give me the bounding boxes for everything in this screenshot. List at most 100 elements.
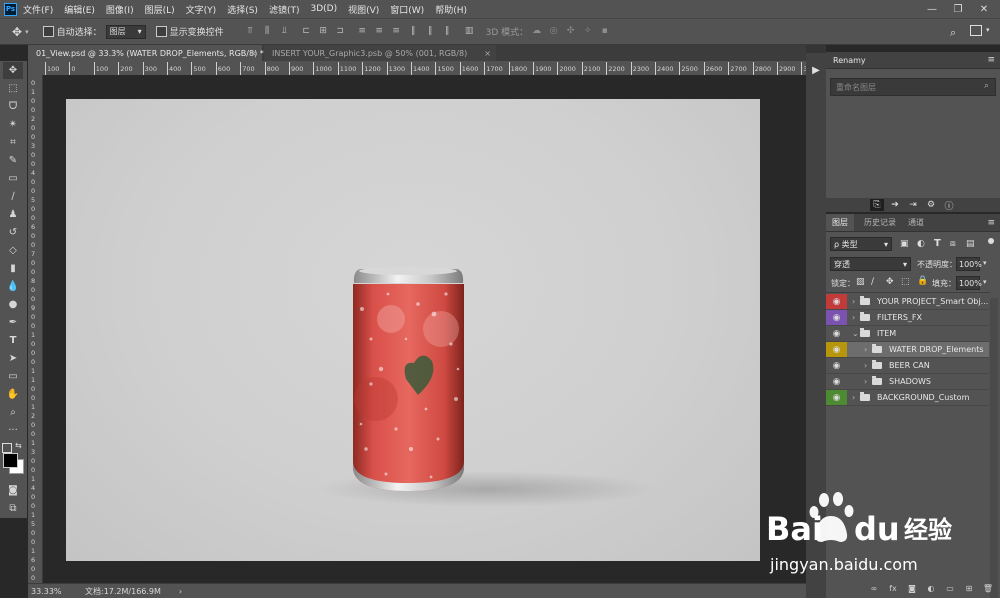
distribute-right-icon[interactable]: ‖ — [442, 26, 453, 37]
pen-tool-icon[interactable]: ✒ — [3, 314, 23, 331]
tool-preset-dropdown-icon[interactable]: ▾ — [25, 28, 29, 36]
close-icon[interactable]: × — [484, 49, 491, 58]
layer-row[interactable]: ◉ › WATER DROP_Elements — [826, 342, 989, 358]
zoom-level[interactable]: 33.33% — [31, 587, 71, 596]
lock-all-icon[interactable]: 🔒 — [917, 276, 928, 286]
distribute-left-icon[interactable]: ‖ — [408, 26, 419, 37]
maximize-button[interactable]: ❐ — [946, 0, 970, 18]
lock-image-icon[interactable]: ∕ — [871, 277, 874, 287]
align-right-icon[interactable]: ⊐ — [335, 26, 346, 37]
layer-row[interactable]: ◉ › BACKGROUND_Custom — [826, 390, 989, 406]
text-align-icon[interactable]: ⎘ — [870, 199, 884, 211]
menu-image[interactable]: 图像(I) — [106, 3, 134, 16]
tab-insert-graphic[interactable]: INSERT YOUR_Graphic3.psb @ 50% (001, RGB… — [264, 45, 496, 61]
menu-3d[interactable]: 3D(D) — [310, 4, 337, 14]
scale-3d-icon[interactable]: ▪ — [599, 26, 610, 37]
foreground-color-swatch[interactable] — [3, 453, 18, 468]
chevron-right-icon[interactable]: › — [864, 358, 867, 373]
filter-smart-object-icon[interactable]: ▤ — [966, 239, 975, 249]
chevron-right-icon[interactable]: › — [864, 374, 867, 389]
panel-menu-icon[interactable]: ≡ — [987, 55, 995, 65]
distribute-bottom-icon[interactable]: ≡ — [391, 26, 402, 37]
crop-tool-icon[interactable]: ⌗ — [3, 134, 23, 151]
blur-tool-icon[interactable]: 💧 — [3, 278, 23, 295]
menu-select[interactable]: 选择(S) — [227, 3, 258, 16]
group-icon[interactable]: ▭ — [943, 581, 957, 595]
filter-toggle-icon[interactable] — [988, 238, 994, 244]
tab-channels[interactable]: 通道 — [902, 214, 930, 231]
menu-type[interactable]: 文字(Y) — [186, 3, 217, 16]
close-window-button[interactable]: ✕ — [972, 0, 996, 18]
tab-history[interactable]: 历史记录 — [858, 214, 902, 231]
menu-edit[interactable]: 编辑(E) — [64, 3, 95, 16]
align-left-icon[interactable]: ⊏ — [301, 26, 312, 37]
swap-colors-icon[interactable]: ⇆ — [15, 441, 22, 450]
healing-brush-tool-icon[interactable]: ▭ — [3, 170, 23, 187]
blend-mode-select[interactable]: 穿透 ▾ — [830, 257, 911, 271]
export-icon[interactable]: ⇥ — [906, 199, 920, 211]
status-arrow-icon[interactable]: › — [179, 587, 182, 596]
layer-filter-select[interactable]: ρ 类型 ▾ — [830, 237, 892, 251]
visibility-eye-icon[interactable]: ◉ — [826, 310, 847, 325]
orbit-3d-icon[interactable]: ☁ — [531, 26, 542, 37]
visibility-eye-icon[interactable]: ◉ — [826, 358, 847, 373]
fill-input[interactable]: 100% — [956, 276, 982, 290]
brush-tool-icon[interactable]: ∕ — [3, 188, 23, 205]
distribute-hcenter-icon[interactable]: ‖ — [425, 26, 436, 37]
menu-window[interactable]: 窗口(W) — [390, 3, 424, 16]
distribute-vcenter-icon[interactable]: ≡ — [374, 26, 385, 37]
lock-transparent-icon[interactable]: ▨ — [856, 277, 865, 287]
roll-3d-icon[interactable]: ◎ — [548, 26, 559, 37]
chevron-down-icon[interactable]: ▾ — [983, 278, 987, 286]
settings-icon[interactable]: ⚙ — [924, 199, 938, 211]
filter-adjustment-icon[interactable]: ◐ — [917, 239, 925, 249]
play-icon[interactable]: ▶ — [809, 63, 823, 77]
screen-mode-icon[interactable]: ⧉ — [3, 500, 23, 517]
align-hcenter-icon[interactable]: ⊞ — [318, 26, 329, 37]
tab-layers[interactable]: 图层 — [826, 214, 854, 231]
marquee-tool-icon[interactable]: ⬚ — [3, 80, 23, 97]
move-tool-icon[interactable]: ✥ — [3, 62, 23, 79]
workspace-dropdown-icon[interactable]: ▾ — [986, 26, 990, 34]
chevron-right-icon[interactable]: › — [852, 310, 855, 325]
lasso-tool-icon[interactable]: ᗜ — [3, 98, 23, 115]
quick-mask-icon[interactable]: ◙ — [3, 482, 23, 499]
magic-wand-tool-icon[interactable]: ✴ — [3, 116, 23, 133]
type-tool-icon[interactable]: T — [3, 332, 23, 349]
visibility-eye-icon[interactable]: ◉ — [826, 342, 847, 357]
minimize-button[interactable]: — — [920, 0, 944, 18]
distribute-top-icon[interactable]: ≡ — [357, 26, 368, 37]
menu-filter[interactable]: 滤镜(T) — [269, 3, 300, 16]
drag-3d-icon[interactable]: ✣ — [565, 26, 576, 37]
lock-position-icon[interactable]: ✥ — [886, 277, 894, 287]
new-layer-icon[interactable]: ⊞ — [962, 581, 976, 595]
align-vcenter-icon[interactable]: ⫼ — [262, 26, 273, 37]
layer-row[interactable]: ◉ › BEER CAN — [826, 358, 989, 374]
layer-row[interactable]: ◉ › SHADOWS — [826, 374, 989, 390]
renamy-title[interactable]: Renamy — [833, 56, 866, 65]
trash-icon[interactable]: 🗑 — [981, 581, 995, 595]
adjustment-icon[interactable]: ◐ — [924, 581, 938, 595]
tab-01-view[interactable]: 01_View.psd @ 33.3% (WATER DROP_Elements… — [28, 45, 264, 61]
layer-row[interactable]: ◉ ⌄ ITEM — [826, 326, 989, 342]
dodge-tool-icon[interactable]: ● — [3, 296, 23, 313]
link-icon[interactable]: ∞ — [867, 581, 881, 595]
menu-file[interactable]: 文件(F) — [23, 3, 53, 16]
stamp-tool-icon[interactable]: ♟ — [3, 206, 23, 223]
hand-tool-icon[interactable]: ✋ — [3, 386, 23, 403]
auto-align-icon[interactable]: ▥ — [464, 26, 475, 37]
more-tools-icon[interactable]: ··· — [3, 422, 23, 439]
close-icon[interactable]: × — [250, 49, 257, 58]
filter-shape-icon[interactable]: ⧈ — [950, 239, 956, 249]
mask-icon[interactable]: ◙ — [905, 581, 919, 595]
auto-select-target-select[interactable]: 图层 ▾ — [105, 24, 146, 39]
chevron-right-icon[interactable]: › — [852, 294, 855, 309]
zoom-tool-icon[interactable]: ⌕ — [3, 404, 23, 421]
search-icon[interactable]: ⌕ — [950, 26, 956, 40]
visibility-eye-icon[interactable]: ◉ — [826, 326, 847, 341]
menu-help[interactable]: 帮助(H) — [435, 3, 467, 16]
layer-row[interactable]: ◉ › YOUR PROJECT_Smart Obj... — [826, 294, 989, 310]
workspace-icon[interactable] — [970, 25, 982, 36]
visibility-eye-icon[interactable]: ◉ — [826, 390, 847, 405]
filter-pixel-icon[interactable]: ▣ — [900, 239, 909, 249]
